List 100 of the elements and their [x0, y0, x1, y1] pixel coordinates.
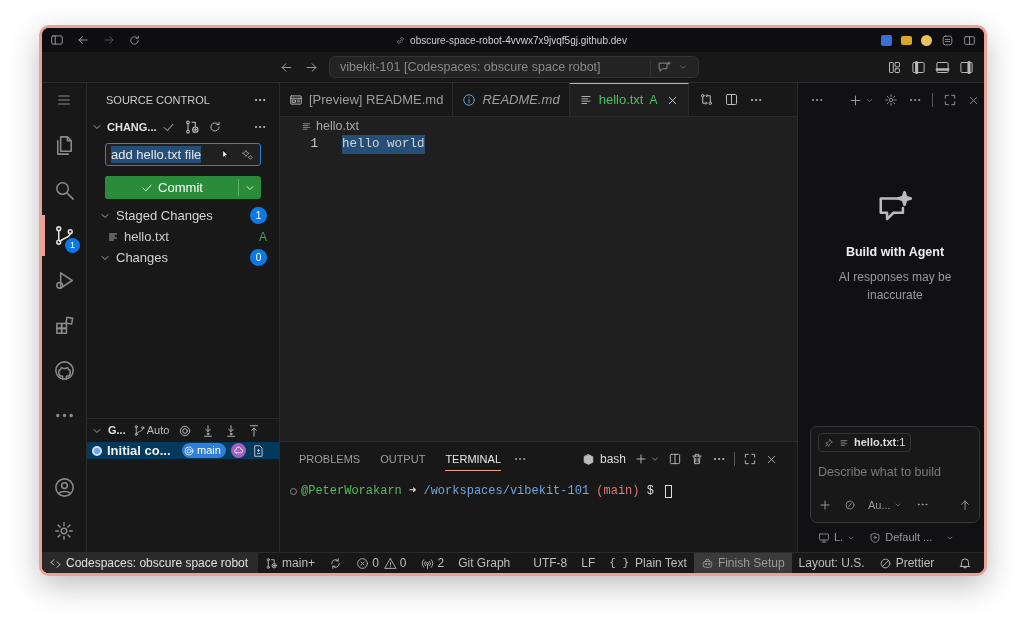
mode-picker[interactable]: Au...: [868, 496, 902, 513]
prohibited-icon: [878, 556, 892, 570]
error-icon: [356, 556, 370, 570]
send-icon[interactable]: [958, 497, 972, 512]
cursor-icon: [220, 148, 231, 161]
split-editor-icon[interactable]: [723, 92, 739, 107]
back-icon[interactable]: [76, 33, 90, 47]
link-icon: [395, 34, 407, 46]
sidebar-toggle-icon[interactable]: [50, 33, 64, 47]
section-title[interactable]: CHANG...: [107, 118, 157, 136]
extension-icon[interactable]: [901, 35, 912, 45]
plus-icon[interactable]: [634, 452, 648, 466]
code-text: hello world: [342, 135, 425, 154]
pin-icon[interactable]: [824, 437, 834, 448]
terminal-cube-icon: [581, 452, 595, 466]
list-icon[interactable]: [941, 33, 954, 47]
file-status: A: [649, 92, 658, 109]
panel-tab[interactable]: PROBLEMS: [299, 449, 361, 471]
commit-message: Initial co...: [107, 441, 172, 460]
layout-icon[interactable]: [887, 59, 902, 75]
language-status[interactable]: { } Plain Text: [602, 553, 694, 573]
count-badge: 0: [250, 249, 267, 266]
settings-icon[interactable]: [53, 520, 75, 542]
sync-icon: [329, 556, 343, 570]
line-number: 1: [309, 136, 318, 154]
panel-right-icon[interactable]: [959, 59, 974, 75]
approvals-picker[interactable]: Default ...: [869, 529, 955, 546]
maximize-icon[interactable]: [943, 93, 957, 107]
empty-state-subtitle: AI responses may be inaccurate: [837, 268, 953, 304]
ports-icon: [420, 556, 434, 570]
remote-icon: [49, 556, 62, 570]
shield-icon: [869, 531, 882, 544]
chat-placeholder: Describe what to build: [818, 464, 942, 481]
group-label[interactable]: Staged Changes: [116, 205, 213, 226]
prettier-status[interactable]: Prettier: [871, 553, 942, 573]
file-lines-icon: [839, 437, 849, 448]
browser-url[interactable]: obscure-space-robot-4vvwx7x9jvqf5gj.github.dev: [410, 32, 627, 48]
count-badge: 1: [250, 207, 267, 224]
branch-icon[interactable]: [132, 424, 146, 437]
attach-icon[interactable]: [844, 498, 856, 511]
file-lines-icon: [578, 93, 593, 107]
split-terminal-icon[interactable]: [668, 452, 682, 466]
notifications-icon[interactable]: [958, 556, 972, 570]
chat-icon[interactable]: [657, 59, 672, 75]
chat-input[interactable]: hello.txt:1 Describe what to build Au...: [810, 426, 980, 523]
target-picker[interactable]: L.: [818, 529, 856, 546]
section-title[interactable]: G...: [108, 422, 126, 439]
trash-icon[interactable]: [690, 452, 704, 466]
settings-icon[interactable]: [884, 93, 898, 107]
encoding-status[interactable]: UTF-8: [526, 553, 575, 573]
language-label: Plain Text: [635, 555, 687, 572]
maximize-icon[interactable]: [743, 452, 757, 466]
sidebar-title: SOURCE CONTROL: [106, 92, 210, 108]
preview-icon: [289, 92, 303, 107]
refresh-icon[interactable]: [207, 120, 222, 134]
plus-icon[interactable]: [848, 92, 863, 108]
account-icon[interactable]: [52, 476, 76, 499]
compare-changes-icon[interactable]: [698, 92, 714, 107]
branch-tag: main: [182, 443, 226, 458]
breadcrumb[interactable]: hello.txt: [316, 116, 360, 136]
braces-icon: { }: [609, 554, 630, 572]
branch-status[interactable]: main+: [258, 553, 323, 573]
stage-add-icon[interactable]: [183, 119, 200, 135]
terminal-line: @PeterWorakarn ➜ /workspaces/vibekit-101 (main) $: [301, 483, 655, 500]
extension-icon[interactable]: [921, 34, 932, 46]
graph-mode[interactable]: Auto: [146, 422, 170, 439]
target-icon[interactable]: [178, 423, 193, 438]
count-badge: 1: [65, 238, 80, 253]
group-label[interactable]: Changes: [116, 247, 169, 268]
monitor-icon: [818, 531, 830, 544]
file-name[interactable]: hello.txt: [124, 226, 169, 247]
editor-tab[interactable]: hello.txt A: [569, 83, 689, 116]
ports-status[interactable]: 2: [413, 553, 452, 573]
file-status: A: [259, 228, 267, 246]
keyboard-layout-status[interactable]: Layout: U.S.: [791, 553, 872, 573]
commit-row[interactable]: Initial co... main: [87, 442, 279, 459]
github-icon[interactable]: [52, 359, 76, 382]
terminal-shell[interactable]: bash: [599, 450, 626, 468]
eol-status[interactable]: LF: [574, 553, 603, 573]
finish-setup-button[interactable]: Finish Setup: [693, 553, 792, 573]
copilot-icon: [700, 556, 714, 570]
file-lines-icon: [301, 120, 312, 132]
panel-tab[interactable]: OUTPUT: [380, 449, 426, 471]
terminal-cursor: [665, 484, 673, 498]
panel-tab[interactable]: TERMINAL: [445, 449, 501, 471]
chevron-down-icon[interactable]: [650, 454, 660, 464]
panel-bottom-icon[interactable]: [935, 59, 950, 75]
problems-status[interactable]: 0 0: [349, 553, 414, 573]
empty-state-title: Build with Agent: [845, 244, 945, 261]
commit-message-field[interactable]: add hello.txt file: [105, 143, 261, 166]
warning-icon: [383, 556, 397, 570]
git-graph-button[interactable]: Git Graph: [451, 553, 527, 573]
info-icon: [462, 92, 477, 107]
remote-indicator[interactable]: Codespaces: obscure space robot: [42, 553, 259, 573]
panel-left-icon[interactable]: [911, 59, 926, 75]
reload-icon[interactable]: [128, 33, 141, 47]
branch-icon: [265, 556, 279, 570]
sparkle-icon[interactable]: [241, 148, 254, 161]
file-lines-icon: [107, 230, 119, 243]
sidebar-toggle-icon[interactable]: [963, 33, 976, 47]
